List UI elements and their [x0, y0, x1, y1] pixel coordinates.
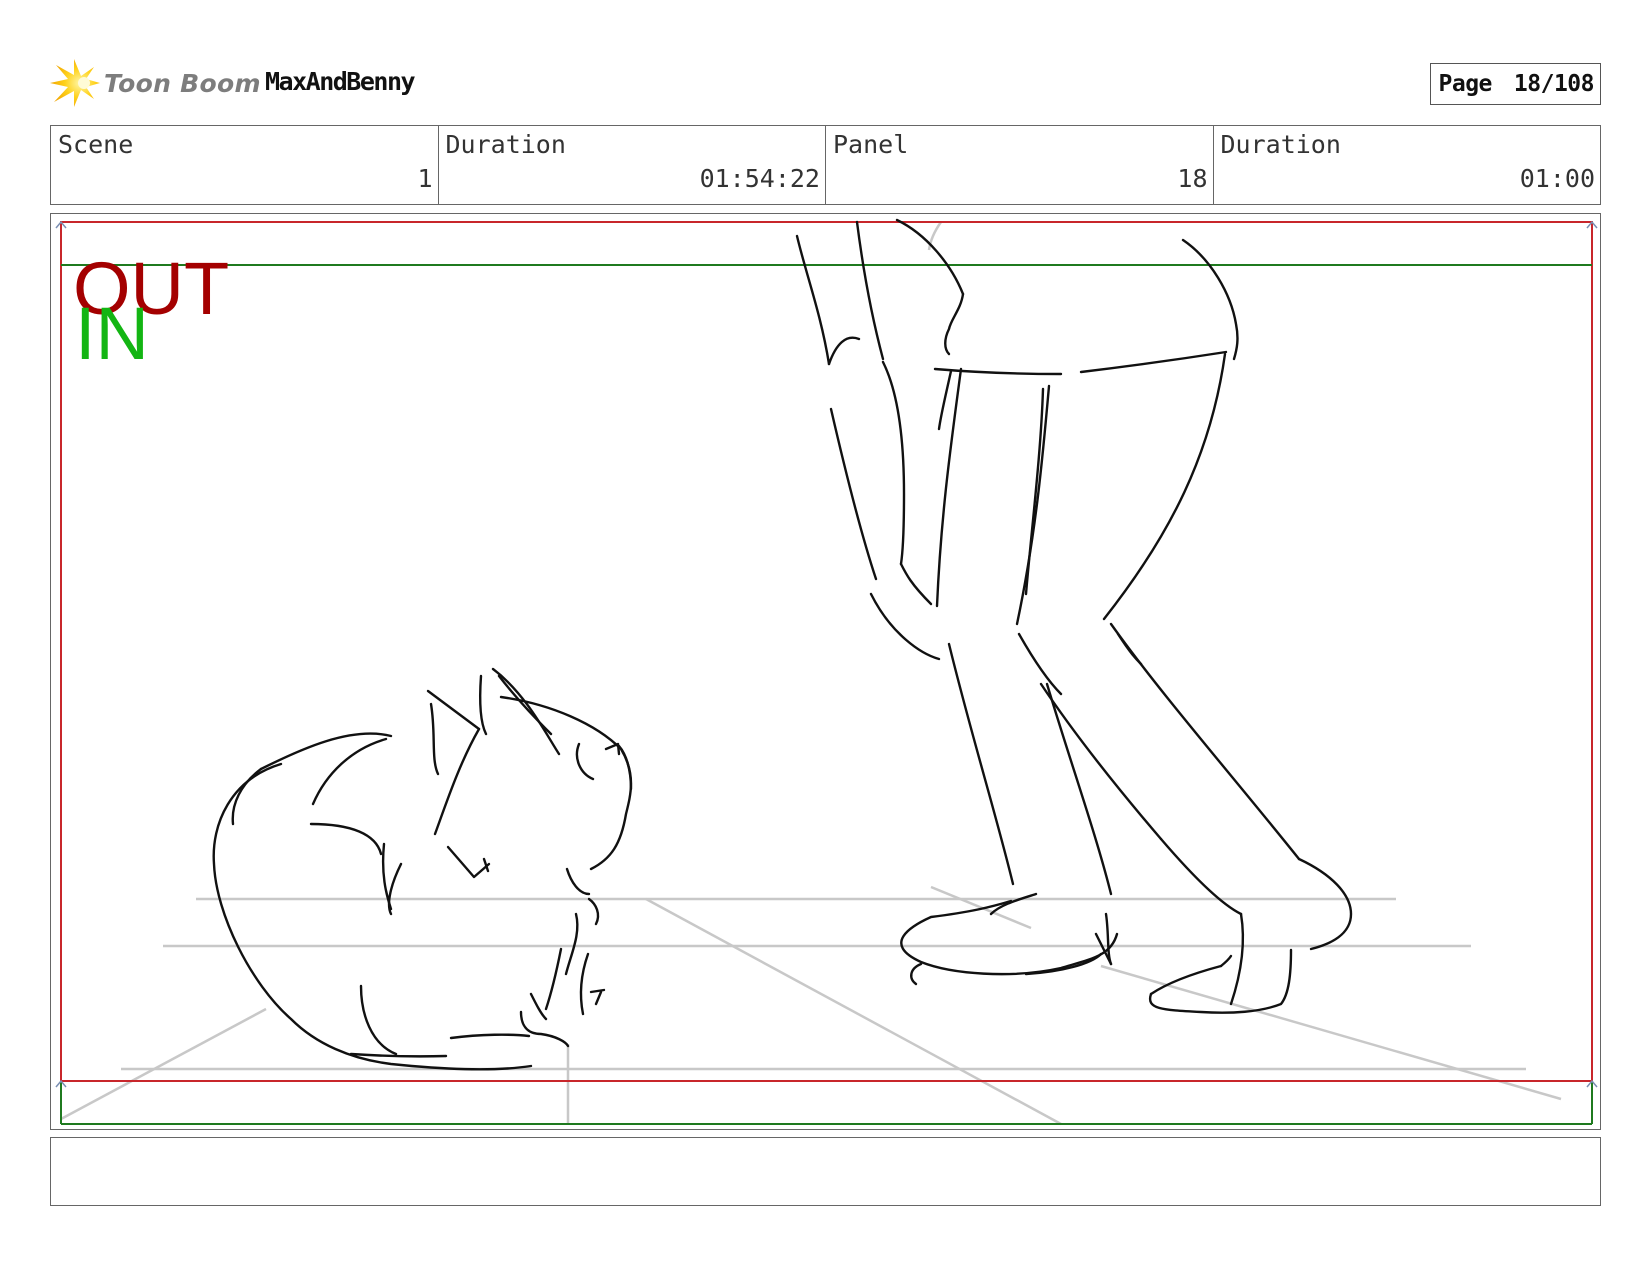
panel-cell: Panel 18	[826, 126, 1214, 204]
in-label: IN	[75, 292, 149, 375]
panel-duration-value: 01:00	[1519, 164, 1595, 193]
scene-duration-label: Duration	[445, 130, 566, 159]
scene-cell: Scene 1	[51, 126, 439, 204]
page-number: 18/108	[1513, 71, 1595, 97]
panel-info-table: Scene 1 Duration 01:54:22 Panel 18 Durat…	[50, 125, 1601, 205]
panel-notes	[50, 1137, 1601, 1206]
panel-value: 18	[1177, 164, 1208, 193]
in-frame	[60, 264, 1593, 1125]
cat-sketch	[212, 667, 633, 1071]
page-indicator: Page 18/108	[1429, 63, 1601, 105]
panel-drawing: OUT IN	[55, 218, 1598, 1126]
panel-duration-cell: Duration 01:00	[1214, 126, 1601, 204]
panel-duration-label: Duration	[1220, 130, 1341, 159]
page-label: Page	[1438, 71, 1493, 97]
floor-guides	[60, 221, 1562, 1126]
project-name: MaxAndBenny	[265, 67, 416, 96]
legs-sketch	[795, 218, 1353, 1014]
toon-boom-logo: Toon Boom	[50, 55, 261, 111]
starburst-logo-icon	[50, 55, 102, 111]
scene-value: 1	[417, 164, 433, 193]
page-header: Toon Boom MaxAndBenny Page 18/108	[50, 55, 1601, 111]
scene-label: Scene	[58, 130, 134, 159]
scene-duration-cell: Duration 01:54:22	[439, 126, 826, 204]
scene-duration-value: 01:54:22	[699, 164, 820, 193]
storyboard-panel: OUT IN	[50, 213, 1601, 1130]
panel-label: Panel	[833, 130, 909, 159]
logo-text: Toon Boom	[104, 68, 261, 98]
